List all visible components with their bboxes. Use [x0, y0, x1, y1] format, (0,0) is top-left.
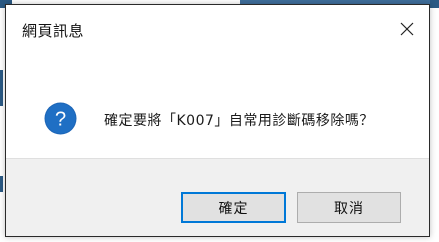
ok-button[interactable]: 確定: [181, 192, 286, 223]
dialog-footer: 確定 取消: [6, 158, 429, 236]
dialog-content: ? 確定要將「K007」自常用診斷碼移除嗎？: [6, 57, 429, 158]
page: 網頁訊息 ? 確定要將「K007」自常用診斷碼移除嗎？ 確定 取消: [0, 0, 439, 242]
cancel-button[interactable]: 取消: [297, 192, 401, 223]
close-icon: [400, 22, 414, 36]
svg-text:?: ?: [55, 109, 66, 131]
question-icon: ?: [44, 102, 77, 135]
dialog-title: 網頁訊息: [22, 22, 85, 40]
dialog-message: 確定要將「K007」自常用診斷碼移除嗎？: [104, 113, 374, 129]
background-page-mark: [0, 176, 3, 192]
close-button[interactable]: [387, 9, 427, 49]
background-page-mark: [0, 70, 3, 106]
background-page-strip: [430, 0, 439, 8]
message-dialog: 網頁訊息 ? 確定要將「K007」自常用診斷碼移除嗎？ 確定 取消: [5, 4, 430, 237]
dialog-titlebar[interactable]: 網頁訊息: [6, 5, 429, 57]
